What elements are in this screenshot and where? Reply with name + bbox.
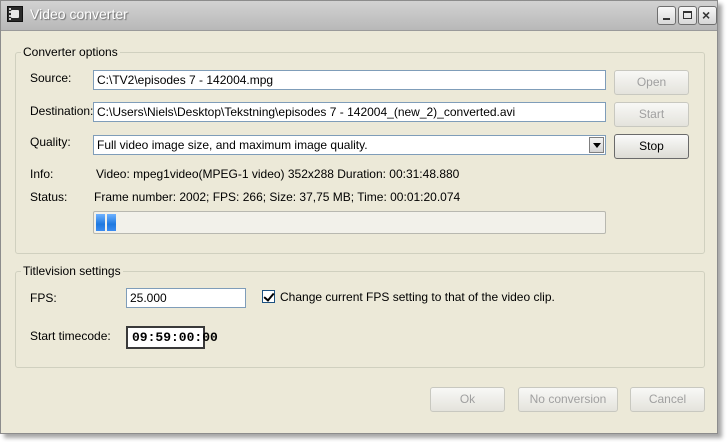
destination-label: Destination: (30, 104, 94, 118)
close-button[interactable]: × (698, 6, 717, 25)
window-title: Video converter (30, 6, 128, 22)
title-bar[interactable]: Video converter × (1, 1, 717, 31)
quality-selected-value: Full video image size, and maximum image… (97, 138, 368, 152)
start-timecode-input[interactable]: 09:59:00:00 (126, 326, 218, 349)
video-converter-window: Video converter × Converter options Sour… (0, 0, 718, 434)
stop-button[interactable]: Stop (614, 134, 689, 159)
info-label: Info: (30, 167, 54, 181)
source-field[interactable]: C:\TV2\episodes 7 - 142004.mpg (93, 70, 606, 90)
change-fps-checkbox[interactable] (262, 290, 275, 303)
cancel-button[interactable]: Cancel (630, 387, 705, 412)
fps-input[interactable]: 25.000 (126, 288, 246, 308)
destination-field[interactable]: C:\Users\Niels\Desktop\Tekstning\episode… (93, 102, 606, 122)
maximize-icon (683, 11, 692, 19)
fps-label: FPS: (30, 291, 57, 305)
maximize-button[interactable] (678, 6, 697, 25)
close-icon: × (702, 7, 711, 23)
start-timecode-label: Start timecode: (30, 329, 111, 343)
titlevision-settings-legend: Titlevision settings (23, 264, 121, 278)
status-value: Frame number: 2002; FPS: 266; Size: 37,7… (94, 190, 461, 204)
change-fps-checkbox-label[interactable]: Change current FPS setting to that of th… (280, 290, 555, 304)
converter-options-legend: Converter options (23, 45, 118, 59)
source-label: Source: (30, 71, 72, 85)
film-icon (7, 6, 23, 22)
quality-select[interactable]: Full video image size, and maximum image… (93, 135, 606, 155)
no-conversion-button[interactable]: No conversion (518, 387, 618, 412)
conversion-progress-bar (93, 211, 606, 234)
info-value: Video: mpeg1video(MPEG-1 video) 352x288 … (96, 167, 460, 181)
titlevision-settings-group: Titlevision settings (15, 264, 705, 368)
chevron-down-icon[interactable] (589, 137, 604, 153)
status-label: Status: (30, 190, 68, 204)
minimize-icon (663, 18, 670, 20)
minimize-button[interactable] (657, 6, 676, 25)
progress-fill (96, 214, 118, 231)
progress-block (96, 214, 105, 231)
ok-button[interactable]: Ok (430, 387, 505, 412)
start-button[interactable]: Start (614, 102, 689, 127)
progress-block (107, 214, 116, 231)
quality-label: Quality: (30, 135, 71, 149)
open-button[interactable]: Open (614, 70, 689, 95)
